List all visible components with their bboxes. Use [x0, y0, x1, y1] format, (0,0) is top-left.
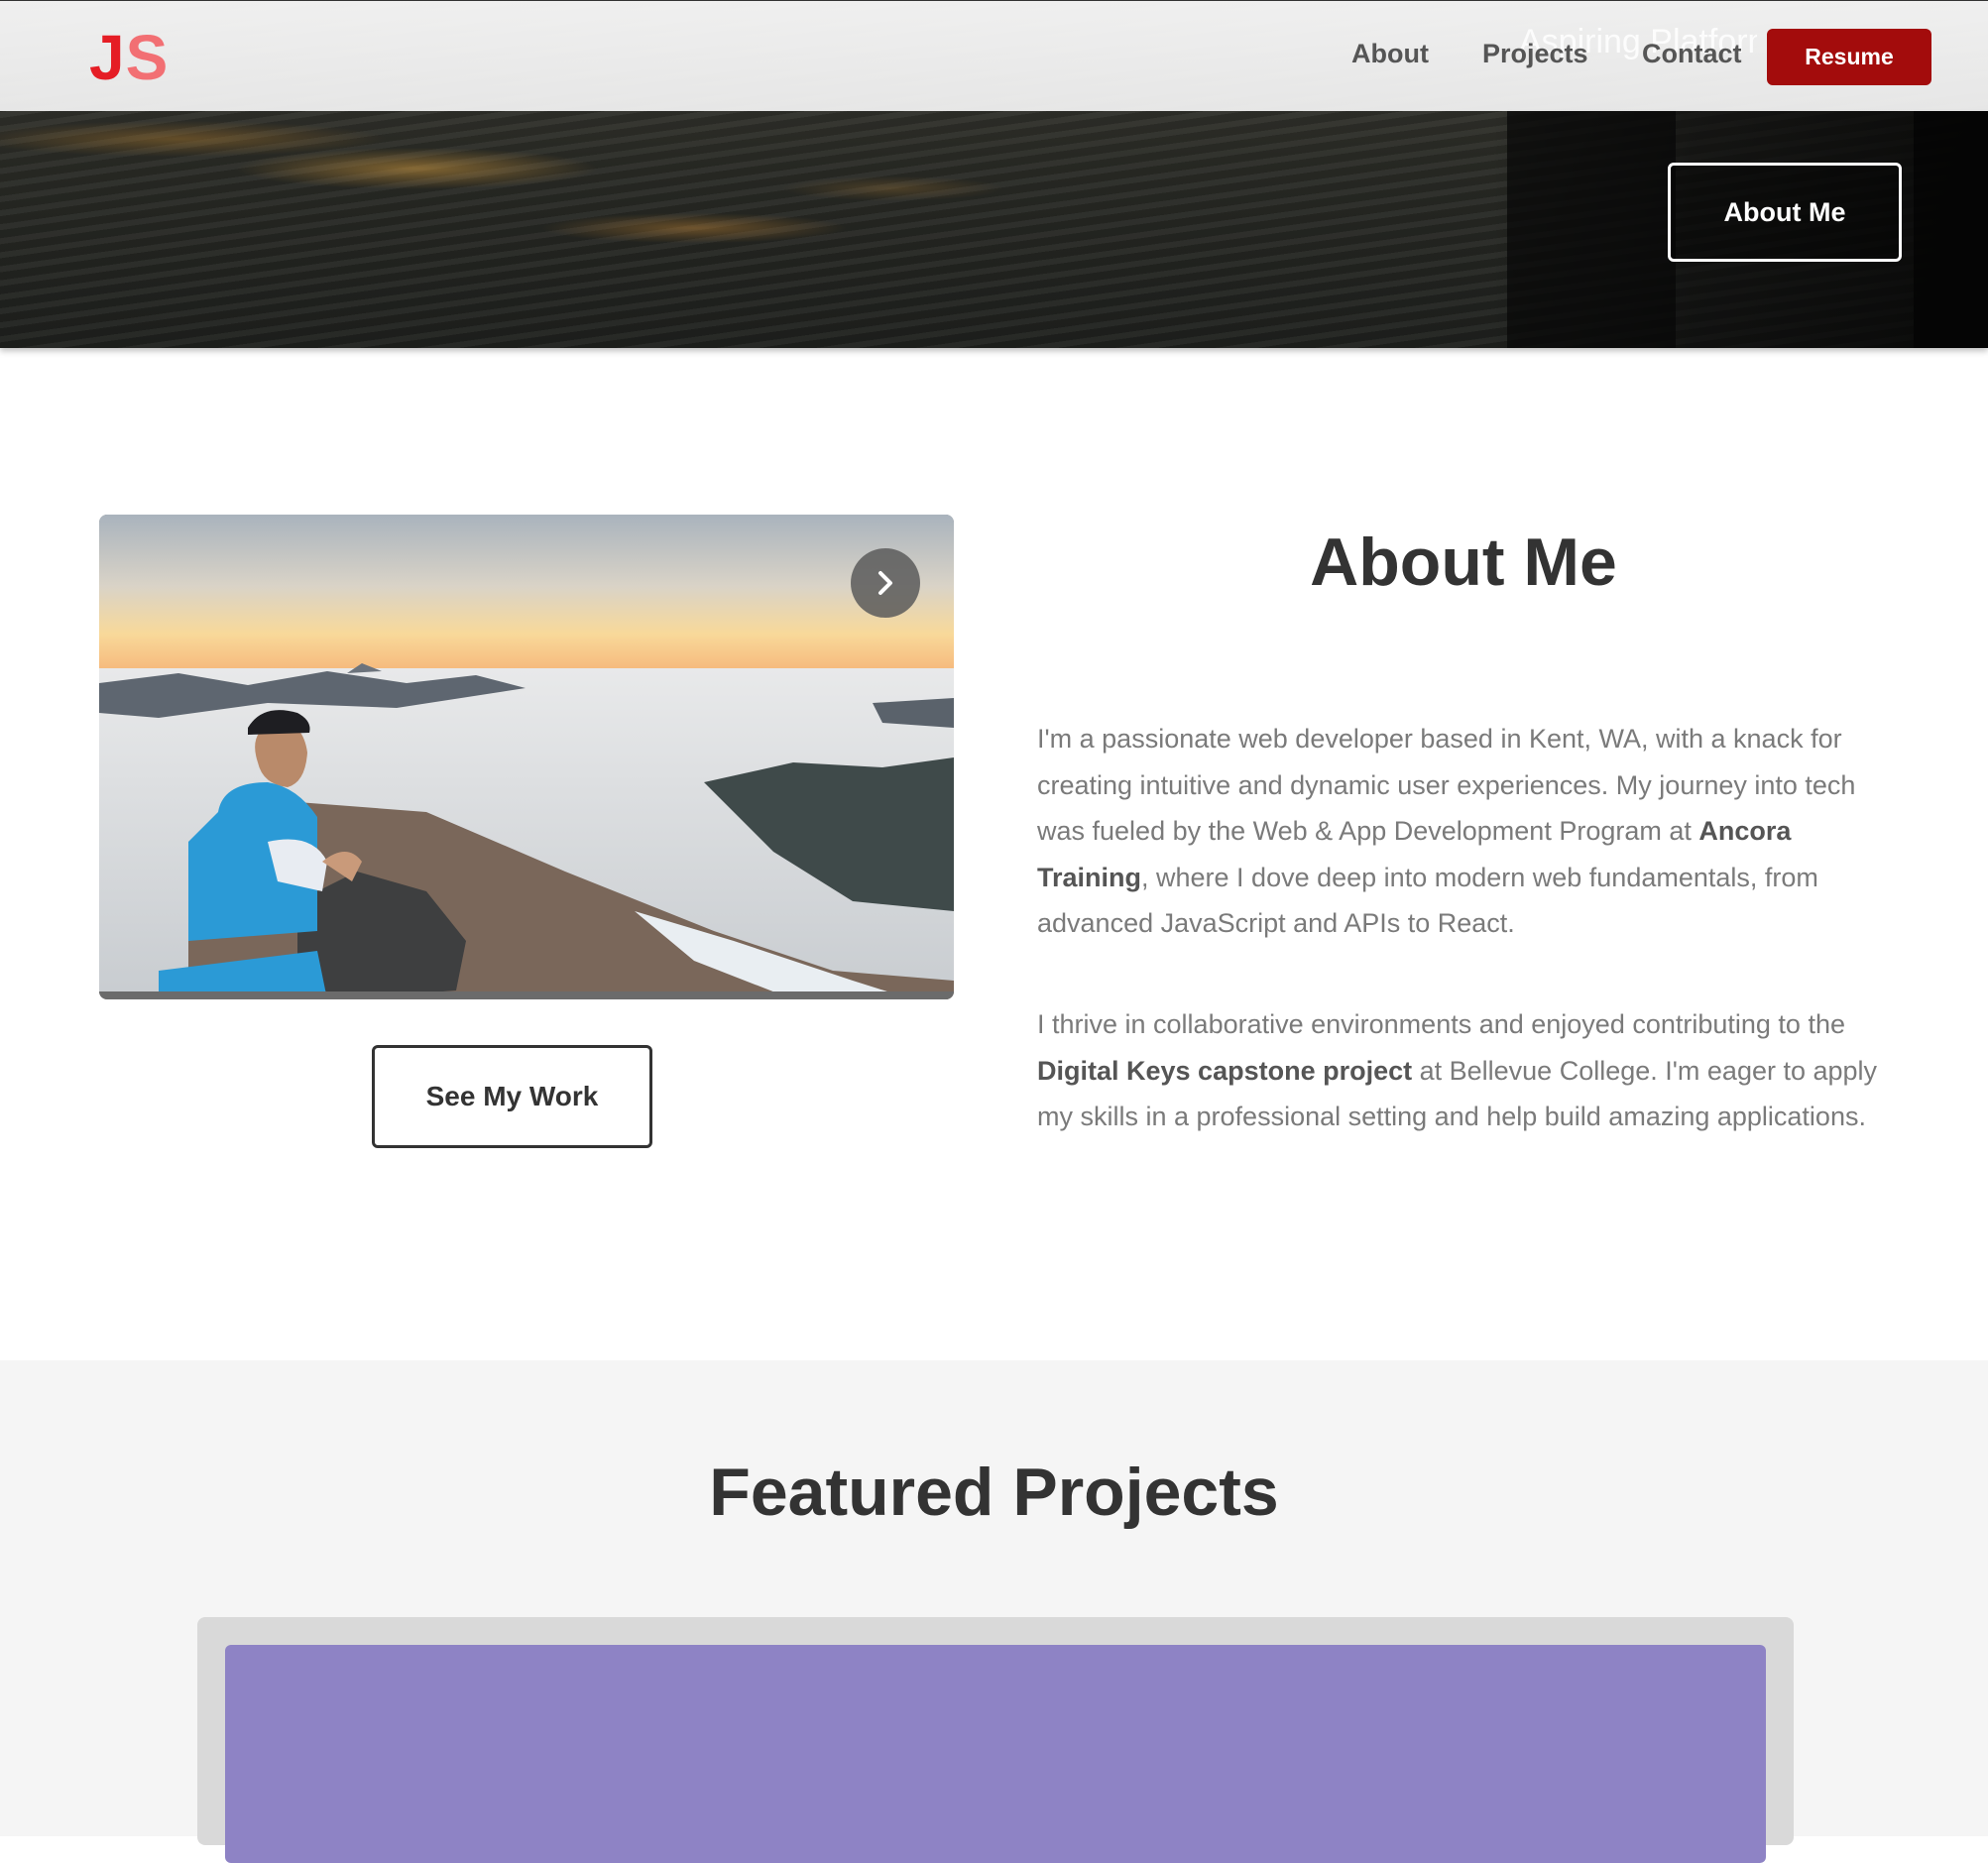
featured-projects-section: Featured Projects	[0, 1360, 1988, 1863]
logo-letter-s: S	[125, 22, 170, 93]
logo-letter-j: J	[89, 22, 126, 93]
about-p2-highlight: Digital Keys capstone project	[1037, 1055, 1413, 1086]
about-photo-carousel	[99, 515, 954, 999]
pier-post	[1507, 109, 1676, 348]
see-my-work-button[interactable]: See My Work	[372, 1045, 652, 1148]
chevron-right-icon	[878, 571, 892, 595]
about-p1-text-end: , where I dove deep into modern web fund…	[1037, 862, 1818, 939]
about-paragraph-2: I thrive in collaborative environments a…	[1037, 1001, 1900, 1140]
featured-projects-title: Featured Projects	[709, 1455, 1279, 1530]
mountain-summit-photo	[99, 515, 954, 999]
resume-button[interactable]: Resume	[1767, 29, 1931, 85]
nav-link-about[interactable]: About	[1351, 39, 1429, 69]
hero-about-me-button[interactable]: About Me	[1668, 163, 1902, 262]
carousel-next-button[interactable]	[851, 548, 920, 618]
carousel-progress-bar	[99, 991, 954, 999]
about-paragraph-1: I'm a passionate web developer based in …	[1037, 716, 1900, 947]
project-card-preview	[225, 1645, 1766, 1863]
navbar: JS Aspiring Platform About Projects Cont…	[0, 0, 1988, 111]
nav-link-contact[interactable]: Contact	[1642, 39, 1742, 69]
about-title: About Me	[1310, 524, 1617, 600]
project-card[interactable]	[197, 1617, 1794, 1863]
about-p2-text: I thrive in collaborative environments a…	[1037, 1009, 1845, 1039]
pier-post	[1914, 109, 1988, 348]
nav-link-projects[interactable]: Projects	[1482, 39, 1588, 69]
logo[interactable]: JS	[89, 21, 169, 94]
